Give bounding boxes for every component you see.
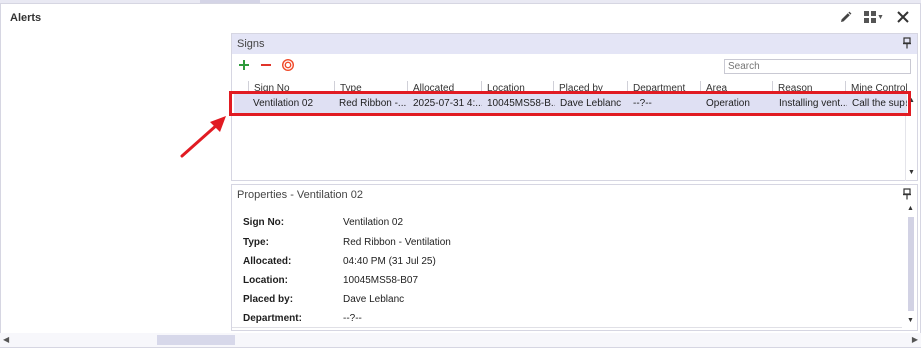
column-header-area[interactable]: Area [700, 81, 772, 93]
cell-mine-control: Call the super... [852, 98, 907, 109]
prop-label-location: Location: [243, 275, 288, 286]
table-row[interactable]: Ventilation 02 Red Ribbon -... 2025-07-3… [234, 94, 907, 113]
cell-department: --?-- [633, 98, 652, 109]
cell-location: 10045MS58-B... [487, 98, 555, 109]
signs-toolbar [232, 54, 917, 76]
scroll-right-icon[interactable]: ▶ [912, 335, 918, 344]
signs-panel-title: Signs [237, 38, 265, 50]
cell-allocated: 2025-07-31 4:... [413, 98, 482, 109]
search-input[interactable] [724, 59, 911, 74]
prop-value-sign-no: Ventilation 02 [343, 217, 404, 228]
properties-vertical-scrollbar[interactable]: ▲ ▼ [905, 205, 917, 329]
signs-panel-header: Signs [232, 34, 917, 54]
stop-sign-button[interactable] [281, 58, 295, 72]
close-button[interactable] [893, 8, 913, 26]
add-sign-button[interactable] [237, 58, 251, 72]
edit-button[interactable] [835, 8, 855, 26]
prop-value-type: Red Ribbon - Ventilation [343, 237, 451, 248]
pointer-arrow-icon [180, 116, 226, 158]
stop-sign-icon [282, 59, 294, 71]
layout-button[interactable]: ▼ [861, 8, 887, 26]
remove-sign-button[interactable] [259, 58, 273, 72]
cell-type: Red Ribbon -... [339, 98, 407, 109]
column-header-reason[interactable]: Reason [772, 81, 845, 93]
signs-vertical-scrollbar[interactable]: ▲ ▼ [905, 93, 917, 181]
column-header-allocated[interactable]: Allocated [407, 81, 481, 93]
prop-value-allocated: 04:40 PM (31 Jul 25) [343, 256, 436, 267]
plus-icon [239, 60, 249, 70]
prop-value-placed-by: Dave Leblanc [343, 294, 405, 305]
prop-label-type: Type: [243, 237, 269, 248]
column-header-sign-no[interactable]: Sign No [248, 81, 334, 93]
scroll-thumb[interactable] [908, 217, 914, 311]
column-header-mine-control[interactable]: Mine Control... [845, 81, 907, 93]
close-icon [897, 11, 909, 23]
column-header-type[interactable]: Type [334, 81, 407, 93]
column-header-location[interactable]: Location [481, 81, 553, 93]
prop-label-department: Department: [243, 313, 302, 324]
cell-area: Operation [706, 98, 750, 109]
column-header-department[interactable]: Department [627, 81, 700, 93]
scroll-left-icon[interactable]: ◀ [3, 335, 9, 344]
scroll-up-icon[interactable]: ▲ [908, 97, 915, 104]
signs-grid-header: Sign No Type Allocated Location Placed b… [232, 81, 907, 93]
properties-panel-header: Properties - Ventilation 02 [232, 185, 917, 205]
scroll-down-icon[interactable]: ▼ [907, 317, 914, 324]
cell-placed-by: Dave Leblanc [560, 98, 622, 109]
prop-label-allocated: Allocated: [243, 256, 292, 267]
horizontal-scrollbar[interactable]: ◀ ▶ [0, 333, 921, 347]
cell-reason: Installing vent... [779, 98, 847, 109]
scroll-up-icon[interactable]: ▲ [907, 205, 914, 212]
horizontal-scroll-thumb[interactable] [157, 335, 235, 345]
pencil-icon [840, 11, 851, 22]
pin-icon[interactable] [902, 37, 912, 49]
grid-layout-icon [864, 11, 877, 23]
properties-panel-title: Properties - Ventilation 02 [237, 189, 363, 201]
column-header-placed-by[interactable]: Placed by [553, 81, 627, 93]
pin-icon[interactable] [902, 188, 912, 200]
cell-sign-no: Ventilation 02 [253, 98, 314, 109]
minus-icon [261, 64, 271, 66]
prop-label-sign-no: Sign No: [243, 217, 285, 228]
prop-value-department: --?-- [343, 313, 362, 324]
window-toolbar: ▼ [835, 8, 913, 26]
properties-panel: Properties - Ventilation 02 Sign No: Ven… [231, 184, 918, 331]
chevron-down-icon: ▼ [877, 13, 884, 21]
signs-panel: Signs Sign No Type All [231, 33, 918, 181]
window-title: Alerts [10, 12, 42, 24]
prop-value-location: 10045MS58-B07 [343, 275, 419, 286]
prop-label-placed-by: Placed by: [243, 294, 294, 305]
properties-bottom-divider [232, 327, 902, 328]
scroll-down-icon[interactable]: ▼ [908, 169, 915, 176]
